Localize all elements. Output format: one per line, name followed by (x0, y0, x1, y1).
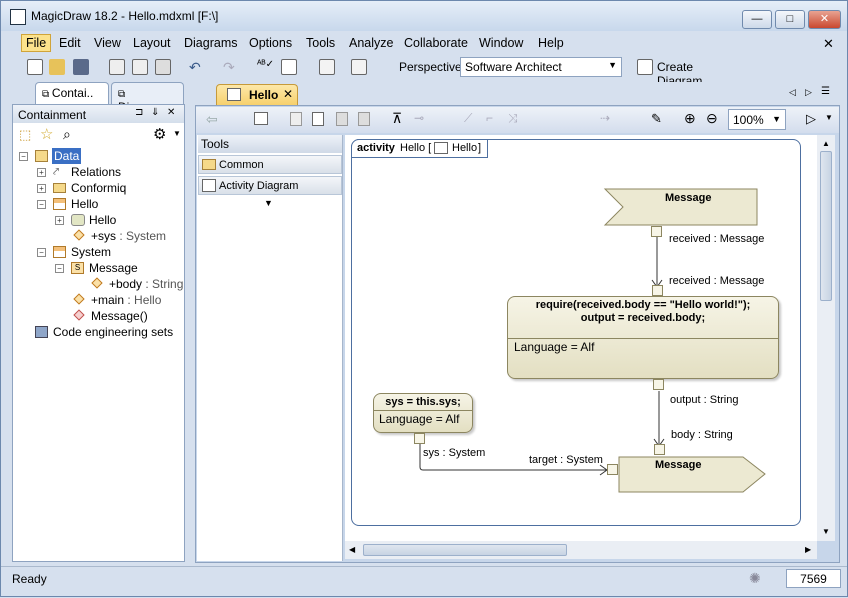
send-signal-label: Message (655, 459, 702, 471)
input-pin-received[interactable] (652, 285, 663, 296)
memory-value: 7569 (800, 572, 827, 586)
output-pin-received[interactable] (651, 226, 662, 237)
action-language: Language = Alf (514, 340, 595, 354)
accept-event-label: Message (665, 192, 712, 204)
output-pin-sys[interactable] (414, 433, 425, 444)
scroll-thumb[interactable] (363, 544, 567, 556)
scroll-right-icon[interactable]: ▶ (805, 545, 811, 554)
vertical-scrollbar[interactable]: ▲ ▼ (817, 135, 835, 541)
compartment-divider (508, 338, 778, 339)
sys-action-node[interactable]: sys = this.sys; Language = Alf (373, 393, 473, 433)
opaque-action-node[interactable]: require(received.body == "Hello world!")… (507, 296, 779, 379)
pin-label: body : String (671, 429, 733, 441)
pin-label: output : String (670, 394, 739, 406)
app-window: MagicDraw 18.2 - Hello.mdxml [F:\] — □ ✕… (0, 0, 848, 597)
status-text: Ready (12, 572, 47, 586)
busy-icon: ✺ (749, 570, 761, 586)
output-pin-output[interactable] (653, 379, 664, 390)
memory-indicator[interactable]: 7569 (786, 569, 841, 588)
pin-label: target : System (529, 454, 603, 466)
action-code-line: require(received.body == "Hello world!")… (535, 299, 751, 311)
pin-label: received : Message (669, 275, 765, 287)
horizontal-scrollbar[interactable]: ◀ ▶ (345, 541, 817, 559)
compartment-divider (374, 410, 472, 411)
scroll-left-icon[interactable]: ◀ (349, 545, 355, 554)
action-code-line: output = received.body; (580, 312, 706, 324)
scroll-down-icon[interactable]: ▼ (822, 527, 830, 536)
input-pin-target[interactable] (607, 464, 618, 475)
action-code-line: sys = this.sys; (385, 396, 461, 408)
pin-label: received : Message (669, 233, 765, 245)
scroll-thumb[interactable] (820, 151, 832, 301)
scroll-up-icon[interactable]: ▲ (822, 139, 830, 148)
input-pin-body[interactable] (654, 444, 665, 455)
pin-label: sys : System (423, 447, 486, 459)
action-language: Language = Alf (379, 412, 460, 426)
status-bar: Ready ✺ 7569 (1, 566, 847, 596)
